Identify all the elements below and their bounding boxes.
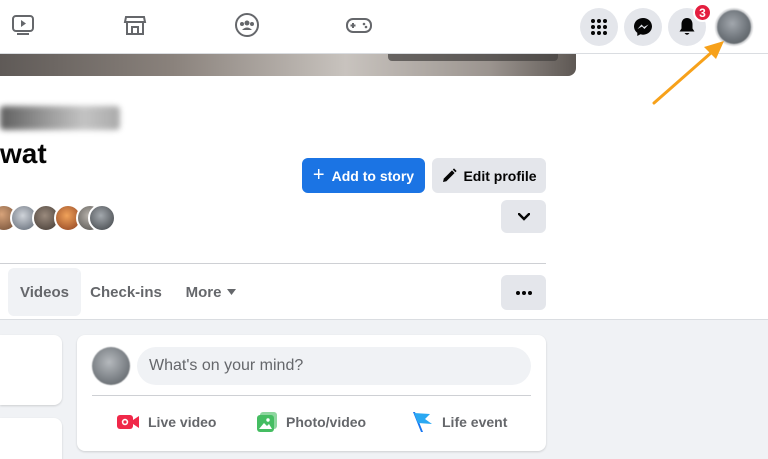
tab-more[interactable]: More [176, 268, 246, 316]
messenger-icon [634, 18, 652, 36]
live-video-label: Live video [148, 414, 217, 430]
account-avatar[interactable] [715, 8, 753, 46]
notifications-button[interactable]: 3 [668, 3, 712, 46]
live-video-button[interactable]: Live video [116, 406, 216, 438]
cover-photo[interactable] [0, 54, 576, 76]
edit-profile-button[interactable]: Edit profile [432, 158, 546, 193]
life-event-label: Life event [442, 414, 508, 430]
more-dots-icon [515, 290, 532, 295]
edit-profile-label: Edit profile [463, 167, 537, 184]
pencil-icon [443, 167, 458, 182]
profile-header: wat + Add to story Edit profile Videos C… [0, 54, 768, 320]
grid-menu-icon [591, 19, 607, 35]
menu-button[interactable] [580, 8, 618, 46]
profile-more-options-button[interactable] [501, 275, 546, 310]
add-to-story-label: Add to story [331, 167, 415, 184]
notification-count-badge: 3 [693, 3, 712, 22]
photo-video-button[interactable]: Photo/video [256, 406, 366, 438]
photo-video-label: Photo/video [286, 414, 367, 430]
life-event-button[interactable]: Life event [410, 406, 507, 438]
photo-video-icon [257, 412, 277, 432]
profile-divider [0, 263, 546, 264]
tab-more-label: More [185, 283, 222, 301]
tab-videos[interactable]: Videos [8, 268, 81, 316]
caret-down-icon [227, 289, 237, 295]
profile-name-blurred [0, 106, 120, 130]
composer-divider [92, 395, 531, 396]
plus-icon: + [312, 163, 325, 186]
whats-on-your-mind-input[interactable]: What's on your mind? [137, 347, 531, 385]
friend-avatar[interactable] [88, 204, 116, 232]
profile-name: wat [0, 138, 47, 169]
photos-card [0, 418, 62, 459]
life-event-icon [413, 412, 432, 432]
tab-check-ins[interactable]: Check-ins [88, 268, 164, 316]
chevron-down-icon [517, 212, 530, 221]
bell-icon [679, 18, 695, 35]
marketplace-icon[interactable] [120, 10, 150, 40]
intro-card [0, 335, 62, 405]
gaming-icon[interactable] [344, 10, 374, 40]
watch-icon[interactable] [8, 10, 38, 40]
create-post-box: What's on your mind? Live video Photo/vi… [77, 335, 546, 451]
cover-edit-bar [388, 54, 558, 61]
top-navigation-bar: 3 [0, 0, 768, 54]
add-to-story-button[interactable]: + Add to story [302, 158, 425, 193]
profile-expand-button[interactable] [501, 200, 546, 233]
composer-avatar[interactable] [92, 347, 130, 385]
groups-icon[interactable] [232, 10, 262, 40]
messenger-button[interactable] [624, 8, 662, 46]
live-video-icon [117, 415, 139, 429]
